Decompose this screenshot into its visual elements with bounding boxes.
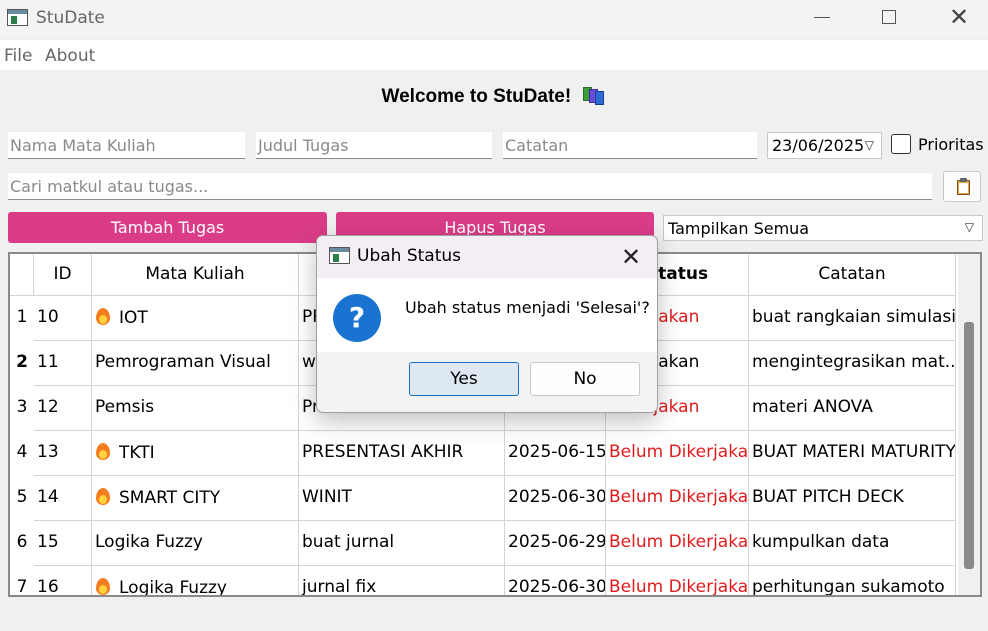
cell-judul: PRESENTASI AKHIR	[299, 431, 505, 476]
books-icon	[582, 86, 606, 105]
date-picker[interactable]: 23/06/2025 ▽	[767, 132, 882, 159]
cell-judul: jurnal fix	[299, 566, 505, 595]
table-row[interactable]: 16 Logika Fuzzy jurnal fix 2025-06-30 Be…	[34, 566, 956, 595]
row-number[interactable]: 4	[10, 431, 34, 462]
cell-deadline: 2025-06-29	[505, 521, 606, 566]
vertical-scrollbar[interactable]	[958, 254, 980, 595]
cell-deadline: 2025-06-15	[505, 431, 606, 476]
search-input[interactable]: Cari matkul atau tugas...	[8, 173, 932, 200]
prioritas-checkbox[interactable]	[891, 134, 911, 154]
cell-id: 12	[34, 386, 92, 431]
date-value: 23/06/2025	[772, 136, 865, 155]
close-button[interactable]: ✕	[928, 0, 988, 36]
header-id[interactable]: ID	[34, 254, 92, 296]
title-bar: StuDate ✕	[0, 0, 988, 38]
yes-button[interactable]: Yes	[409, 362, 519, 396]
cell-id: 10	[34, 296, 92, 341]
minimize-button[interactable]	[792, 0, 854, 36]
add-task-button[interactable]: Tambah Tugas	[8, 212, 327, 243]
header-catatan[interactable]: Catatan	[749, 254, 956, 296]
header-matkul[interactable]: Mata Kuliah	[92, 254, 299, 296]
cell-catatan: materi ANOVA	[749, 386, 956, 431]
close-icon: ✕	[620, 243, 642, 271]
cell-judul: buat jurnal	[299, 521, 505, 566]
cell-matkul: Logika Fuzzy	[92, 521, 299, 566]
welcome-text: Welcome to StuDate!	[381, 86, 572, 107]
table-row[interactable]: 15 Logika Fuzzy buat jurnal 2025-06-29 B…	[34, 521, 956, 566]
no-button[interactable]: No	[530, 362, 640, 396]
question-icon: ?	[333, 294, 381, 342]
cell-status: Belum Dikerjakan	[606, 431, 749, 476]
cell-matkul: IOT	[92, 296, 299, 341]
change-status-dialog: Ubah Status ✕ ? Ubah status menjadi 'Sel…	[316, 235, 658, 413]
cell-catatan: BUAT PITCH DECK	[749, 476, 956, 521]
row-number[interactable]: 1	[10, 296, 34, 327]
clipboard-button[interactable]	[943, 171, 981, 202]
cell-matkul: TKTI	[92, 431, 299, 476]
chevron-down-icon: ▽	[964, 220, 974, 234]
dialog-body: ? Ubah status menjadi 'Selesai'?	[317, 278, 657, 352]
app-icon	[7, 9, 28, 26]
judul-input[interactable]: Judul Tugas	[256, 132, 492, 159]
cell-catatan: kumpulkan data	[749, 521, 956, 566]
fire-icon	[95, 487, 111, 505]
cell-catatan: mengintegrasikan mat...	[749, 341, 956, 386]
dialog-title-bar: Ubah Status ✕	[317, 236, 657, 278]
dialog-message: Ubah status menjadi 'Selesai'?	[405, 298, 650, 317]
row-number[interactable]: 6	[10, 521, 34, 552]
cell-id: 16	[34, 566, 92, 595]
table-row[interactable]: 13 TKTI PRESENTASI AKHIR 2025-06-15 Belu…	[34, 431, 956, 476]
cell-deadline: 2025-06-30	[505, 566, 606, 595]
corner-header	[10, 254, 34, 296]
cell-matkul: Pemsis	[92, 386, 299, 431]
cell-catatan: buat rangkaian simulasi	[749, 296, 956, 341]
cell-status: Belum Dikerjakan	[606, 521, 749, 566]
cell-deadline: 2025-06-30	[505, 476, 606, 521]
dialog-close-button[interactable]: ✕	[613, 240, 649, 274]
cell-matkul: Pemrograman Visual	[92, 341, 299, 386]
maximize-button[interactable]	[858, 0, 920, 36]
menu-file[interactable]: File	[4, 46, 32, 66]
cell-matkul: SMART CITY	[92, 476, 299, 521]
cell-id: 13	[34, 431, 92, 476]
welcome-heading: Welcome to StuDate!	[0, 86, 988, 108]
maximize-icon	[882, 10, 896, 24]
cell-id: 11	[34, 341, 92, 386]
menu-about[interactable]: About	[45, 46, 95, 66]
cell-judul: WINIT	[299, 476, 505, 521]
chevron-down-icon: ▽	[864, 138, 874, 152]
cell-catatan: perhitungan sukamoto	[749, 566, 956, 595]
menu-bar: File About	[0, 40, 988, 70]
dialog-title: Ubah Status	[357, 246, 462, 266]
row-number[interactable]: 7	[10, 566, 34, 595]
cell-status: Belum Dikerjakan	[606, 566, 749, 595]
row-number[interactable]: 3	[10, 386, 34, 417]
cell-id: 14	[34, 476, 92, 521]
row-number[interactable]: 5	[10, 476, 34, 507]
app-icon	[329, 247, 350, 264]
fire-icon	[95, 577, 111, 595]
scrollbar-thumb[interactable]	[964, 322, 974, 569]
filter-select[interactable]: Tampilkan Semua ▽	[663, 215, 983, 241]
filter-value: Tampilkan Semua	[668, 219, 810, 238]
cell-id: 15	[34, 521, 92, 566]
window-title: StuDate	[36, 8, 105, 28]
fire-icon	[95, 307, 111, 325]
cell-matkul: Logika Fuzzy	[92, 566, 299, 595]
table-row[interactable]: 14 SMART CITY WINIT 2025-06-30 Belum Dik…	[34, 476, 956, 521]
row-number[interactable]: 2	[10, 341, 34, 372]
cell-catatan: BUAT MATERI MATURITY	[749, 431, 956, 476]
catatan-input[interactable]: Catatan	[503, 132, 757, 159]
minimize-icon	[814, 17, 830, 18]
prioritas-label: Prioritas	[918, 135, 984, 154]
cell-status: Belum Dikerjakan	[606, 476, 749, 521]
close-icon: ✕	[948, 3, 970, 31]
fire-icon	[95, 442, 111, 460]
matkul-input[interactable]: Nama Mata Kuliah	[8, 132, 245, 159]
